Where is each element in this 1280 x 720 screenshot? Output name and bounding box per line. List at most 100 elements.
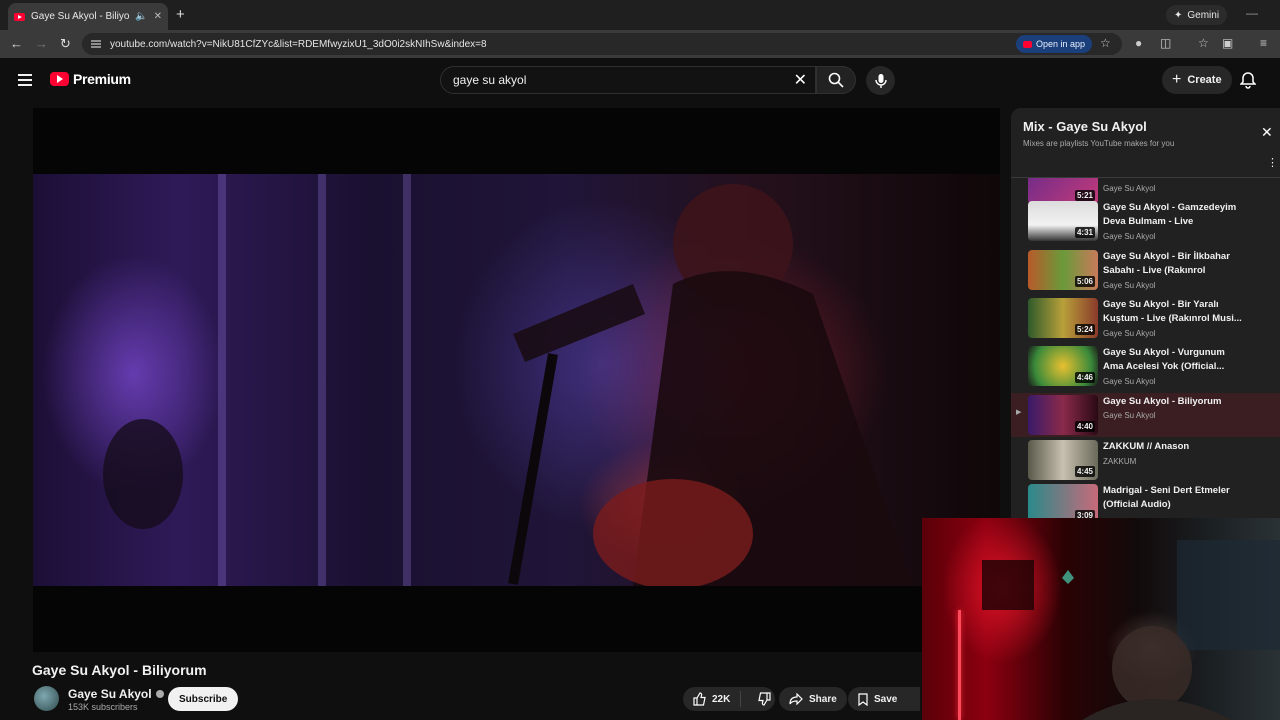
back-icon[interactable]: ← <box>10 36 23 51</box>
favorites-icon[interactable]: ☆ <box>1198 36 1209 50</box>
channel-name: Gaye Su Akyol <box>68 687 152 701</box>
close-playlist-icon[interactable]: ✕ <box>1261 124 1273 141</box>
youtube-app-icon <box>1023 40 1032 48</box>
forward-icon[interactable]: → <box>35 36 48 51</box>
webcam-overlay <box>922 518 1280 720</box>
new-tab-button[interactable]: + <box>176 6 185 23</box>
playlist-item[interactable]: 4:46 Gaye Su Akyol - Vurgunum Ama Aceles… <box>1011 345 1280 393</box>
video-scene <box>103 184 913 586</box>
video-thumbnail: 3:09 <box>1028 484 1098 520</box>
video-thumbnail: 4:31 <box>1028 201 1098 241</box>
address-bar[interactable]: youtube.com/watch?v=NikU81CfZYc&list=RDE… <box>82 33 1122 55</box>
speaker-icon[interactable]: 🔈 <box>135 11 147 22</box>
playlist-item[interactable]: 4:45 ZAKKUM // Anason ZAKKUM <box>1011 439 1280 487</box>
tab-title: Gaye Su Akyol - Biliyorum <box>31 11 130 22</box>
share-label: Share <box>809 693 837 705</box>
webcam-scene <box>982 540 1280 720</box>
hamburger-menu-icon[interactable] <box>18 74 32 89</box>
item-title: Gaye Su Akyol - Vurgunum Ama Acelesi Yok… <box>1103 347 1225 372</box>
like-button[interactable]: 22K <box>683 691 742 707</box>
browser-tab-bar: Gaye Su Akyol - Biliyorum 🔈 ✕ + ✦ Gemini… <box>0 0 1280 30</box>
item-channel: Gaye Su Akyol <box>1103 184 1156 193</box>
video-player[interactable] <box>33 108 1000 652</box>
menu-icon[interactable]: ≡ <box>1260 36 1267 50</box>
profile-extension-icon[interactable]: ● <box>1135 36 1142 50</box>
url-text: youtube.com/watch?v=NikU81CfZYc&list=RDE… <box>110 38 487 50</box>
subscribe-button[interactable]: Subscribe <box>168 687 239 711</box>
playlist-item-current[interactable]: ▶ 4:40 Gaye Su Akyol - Biliyorum Gaye Su… <box>1011 393 1280 437</box>
clear-search-icon[interactable]: ✕ <box>794 70 807 90</box>
bookmark-icon <box>858 692 868 706</box>
video-duration: 4:46 <box>1074 372 1095 383</box>
verified-icon <box>155 690 164 698</box>
logo-text: Premium <box>73 71 131 87</box>
item-channel: Gaye Su Akyol <box>1103 377 1156 386</box>
item-title: ZAKKUM // Anason <box>1103 441 1190 452</box>
mix-playlist-panel: Mix - Gaye Su Akyol Mixes are playlists … <box>1011 108 1280 520</box>
item-channel: Gaye Su Akyol <box>1103 281 1156 290</box>
search-value: gaye su akyol <box>453 73 527 87</box>
minimize-icon[interactable]: — <box>1246 6 1258 20</box>
thumbs-up-icon <box>693 692 706 706</box>
youtube-header: Premium gaye su akyol ✕ + Create <box>0 58 1280 104</box>
open-in-app-label: Open in app <box>1036 39 1086 49</box>
item-title: Gaye Su Akyol - Gamzedeyim Deva Bulmam -… <box>1103 202 1237 227</box>
open-in-app-button[interactable]: Open in app <box>1016 35 1093 53</box>
tab-close-icon[interactable]: ✕ <box>154 11 162 22</box>
playlist-item[interactable]: 3:09 Madrigal - Seni Dert Etmeler (Offic… <box>1011 483 1280 520</box>
plus-icon: + <box>1172 71 1182 88</box>
save-label: Save <box>874 693 898 705</box>
playlist-item[interactable]: 4:31 Gaye Su Akyol - Gamzedeyim Deva Bul… <box>1011 200 1280 248</box>
microphone-icon <box>874 73 887 88</box>
more-options-icon[interactable]: ⋮ <box>1267 156 1278 169</box>
playlist-title: Mix - Gaye Su Akyol <box>1023 119 1147 134</box>
split-screen-icon[interactable]: ▣ <box>1222 36 1233 50</box>
gemini-sparkle-icon: ✦ <box>1174 9 1183 21</box>
video-title: Gaye Su Akyol - Biliyorum <box>32 662 207 678</box>
video-thumbnail: 4:40 <box>1028 395 1098 435</box>
voice-search-button[interactable] <box>866 66 895 95</box>
youtube-favicon-icon <box>14 12 25 21</box>
search-icon <box>828 72 844 88</box>
channel-avatar[interactable] <box>34 686 59 711</box>
share-icon <box>789 693 803 705</box>
site-settings-icon[interactable] <box>90 39 102 49</box>
gemini-button[interactable]: ✦ Gemini <box>1166 5 1228 25</box>
reload-icon[interactable]: ↻ <box>60 36 71 52</box>
video-thumbnail: 5:24 <box>1028 298 1098 338</box>
save-button[interactable]: Save <box>848 687 920 711</box>
video-duration: 5:06 <box>1074 276 1095 287</box>
playlist-subtitle: Mixes are playlists YouTube makes for yo… <box>1023 139 1175 148</box>
dislike-button[interactable] <box>747 692 781 706</box>
like-count: 22K <box>712 693 731 705</box>
video-duration: 4:31 <box>1074 227 1095 238</box>
thumbs-down-icon <box>758 692 771 706</box>
item-title: Gaye Su Akyol - Bir Yaralı Kuştum - Live… <box>1103 299 1242 324</box>
create-label: Create <box>1187 74 1222 86</box>
share-button[interactable]: Share <box>779 687 847 711</box>
gemini-label: Gemini <box>1187 9 1220 21</box>
item-channel: Gaye Su Akyol <box>1103 411 1156 420</box>
playlist-item[interactable]: 5:24 Gaye Su Akyol - Bir Yaralı Kuştum -… <box>1011 297 1280 345</box>
playlist-item[interactable]: 5:06 Gaye Su Akyol - Bir İlkbahar Sabahı… <box>1011 249 1280 297</box>
subscriber-count: 153K subscribers <box>68 702 138 712</box>
video-thumbnail: 4:45 <box>1028 440 1098 480</box>
create-button[interactable]: + Create <box>1162 66 1232 94</box>
item-title: Gaye Su Akyol - Biliyorum <box>1103 396 1222 407</box>
video-duration: 4:45 <box>1074 466 1095 477</box>
notifications-button[interactable] <box>1239 71 1257 94</box>
search-button[interactable] <box>816 66 856 94</box>
channel-name-link[interactable]: Gaye Su Akyol <box>68 687 164 701</box>
playlist-header: Mix - Gaye Su Akyol Mixes are playlists … <box>1011 108 1280 178</box>
item-title: Gaye Su Akyol - Bir İlkbahar Sabahı - Li… <box>1103 251 1230 276</box>
bookmark-star-icon[interactable]: ☆ <box>1100 36 1111 50</box>
extensions-icon[interactable]: ◫ <box>1160 36 1171 50</box>
youtube-premium-logo[interactable]: Premium <box>50 71 131 87</box>
video-duration: 5:24 <box>1074 324 1095 335</box>
item-title: Madrigal - Seni Dert Etmeler (Official A… <box>1103 485 1230 510</box>
search-input[interactable]: gaye su akyol ✕ <box>440 66 816 94</box>
bell-icon <box>1239 72 1257 89</box>
video-thumbnail: 4:46 <box>1028 346 1098 386</box>
browser-tab[interactable]: Gaye Su Akyol - Biliyorum 🔈 ✕ <box>8 3 168 30</box>
item-channel: Gaye Su Akyol <box>1103 232 1156 241</box>
